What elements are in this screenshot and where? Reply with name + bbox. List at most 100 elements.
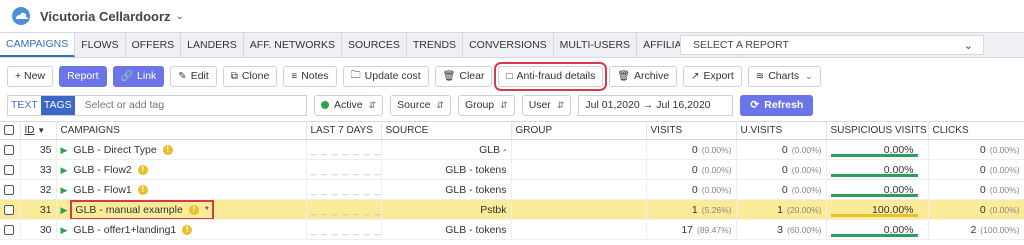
user-select[interactable]: User ⇵ <box>521 94 572 116</box>
warning-icon[interactable]: ! <box>137 184 148 195</box>
row-source: GLB - tokens <box>381 179 512 200</box>
charts-label: Charts <box>768 70 800 82</box>
charts-button[interactable]: ≋ Charts ⌄ <box>747 65 821 87</box>
tab-multi-users[interactable]: MULTI-USERS <box>554 33 638 57</box>
campaign-name[interactable]: GLB - offer1+landing1 <box>73 224 176 236</box>
notes-button[interactable]: ≡ Notes <box>283 65 337 87</box>
table-row[interactable]: 32 ▶ GLB - Flow1! _ _ _ _ _ _ _ _ GLB - t… <box>0 179 1024 200</box>
row-campaign-cell[interactable]: ▶ GLB - Flow1! <box>56 179 307 200</box>
table-row[interactable]: 30 ▶ GLB - offer1+landing1! _ _ _ _ _ _ _… <box>0 219 1024 240</box>
u-visits-pct: (0.00%) <box>791 164 822 175</box>
u-visits-pct: (0.00%) <box>791 144 822 155</box>
warning-icon[interactable]: ! <box>182 224 193 235</box>
table-row[interactable]: 33 ▶ GLB - Flow2! _ _ _ _ _ _ _ _ GLB - t… <box>0 159 1024 180</box>
tags-mode-toggle[interactable]: TAGS <box>40 95 75 115</box>
row-id: 31 <box>20 199 57 220</box>
tab-landers[interactable]: LANDERS <box>181 33 244 57</box>
clicks-pct: (0.00%) <box>989 184 1020 195</box>
row-source: GLB - tokens <box>381 159 512 180</box>
col-suspicious-visits[interactable]: SUSPICIOUS VISITS <box>826 121 929 140</box>
row-select-cell[interactable] <box>0 179 21 200</box>
row-checkbox[interactable] <box>4 204 14 215</box>
date-range-picker[interactable]: Jul 01,2020 → Jul 16,2020 <box>578 94 734 116</box>
warning-icon[interactable]: ! <box>188 204 199 215</box>
table-row[interactable]: 35 ▶ GLB - Direct Type! _ _ _ _ _ _ _ _ G… <box>0 139 1024 160</box>
archive-button[interactable]: 🗑 Archive <box>609 65 678 87</box>
warning-icon[interactable]: ! <box>137 164 148 175</box>
campaign-name[interactable]: GLB - Flow1 <box>73 184 131 196</box>
row-checkbox[interactable] <box>4 144 14 155</box>
tab-offers[interactable]: OFFERS <box>126 33 182 57</box>
account-header: Vicutoria Cellardoorz ⌄ <box>0 0 1024 32</box>
tab-campaigns[interactable]: CAMPAIGNS <box>0 33 76 57</box>
list-icon: ≡ <box>291 70 298 82</box>
play-icon[interactable]: ▶ <box>61 225 68 235</box>
report-button[interactable]: Report <box>59 65 107 87</box>
table-row[interactable]: 31 ▶ GLB - manual example! * _ _ _ _ _ _ _… <box>0 199 1024 220</box>
active-status-dot <box>321 101 329 109</box>
row-group <box>511 199 647 220</box>
link-button[interactable]: 🔗 Link <box>112 65 165 87</box>
tab-trends[interactable]: TRENDS <box>407 33 464 57</box>
row-campaign-cell[interactable]: ▶ GLB - manual example! * <box>56 199 307 220</box>
tab-conversions[interactable]: CONVERSIONS <box>463 33 554 57</box>
col-id[interactable]: ID ▼ <box>20 121 57 140</box>
row-checkbox[interactable] <box>4 184 14 195</box>
row-campaign-cell[interactable]: ▶ GLB - Flow2! <box>56 159 307 180</box>
chevron-down-icon[interactable]: ⌄ <box>176 11 184 22</box>
col-u-visits[interactable]: U.VISITS <box>736 121 827 140</box>
row-u-visits: 0 (0.00%) <box>736 159 827 180</box>
row-select-cell[interactable] <box>0 199 21 220</box>
report-select-label: SELECT A REPORT <box>693 39 789 51</box>
export-button[interactable]: ↗ Export <box>683 65 742 87</box>
account-name[interactable]: Vicutoria Cellardoorz <box>40 9 171 24</box>
col-campaigns[interactable]: CAMPAIGNS <box>56 121 307 140</box>
tag-input[interactable] <box>84 99 265 111</box>
campaign-name[interactable]: GLB - Direct Type <box>73 144 156 156</box>
warning-icon[interactable]: ! <box>162 144 173 155</box>
source-select[interactable]: Source ⇵ <box>390 94 451 116</box>
col-source[interactable]: SOURCE <box>381 121 512 140</box>
play-icon[interactable]: ▶ <box>61 205 68 215</box>
last-7-days-sparkline: _ _ _ _ _ _ _ _ <box>306 139 382 160</box>
row-campaign-cell[interactable]: ▶ GLB - Direct Type! <box>56 139 307 160</box>
tab-aff-networks[interactable]: AFF. NETWORKS <box>244 33 342 57</box>
refresh-button[interactable]: ⟳ Refresh <box>740 94 814 116</box>
select-all-cell[interactable] <box>0 121 21 140</box>
status-select[interactable]: Active ⇵ <box>314 94 384 116</box>
text-mode-toggle[interactable]: TEXT <box>8 99 41 111</box>
col-visits[interactable]: VISITS <box>646 121 737 140</box>
row-source: GLB - <box>381 139 512 160</box>
campaign-name[interactable]: GLB - manual example <box>75 204 182 216</box>
tab-flows[interactable]: FLOWS <box>75 33 126 57</box>
chart-line-icon: ≋ <box>755 70 765 82</box>
row-select-cell[interactable] <box>0 219 21 240</box>
new-button[interactable]: + New <box>7 65 54 87</box>
update-cost-button[interactable]: 🗀 Update cost <box>342 65 429 87</box>
campaign-name[interactable]: GLB - Flow2 <box>73 164 131 176</box>
row-checkbox[interactable] <box>4 164 14 175</box>
play-icon[interactable]: ▶ <box>61 165 68 175</box>
edit-button[interactable]: ✎ Edit <box>170 65 217 87</box>
last-7-days-sparkline: _ _ _ _ _ _ _ _ <box>306 159 382 180</box>
row-select-cell[interactable] <box>0 159 21 180</box>
clear-button[interactable]: 🗑 Clear <box>434 65 493 87</box>
suspicious-bar <box>830 234 918 237</box>
clone-button[interactable]: ⧉ Clone <box>222 65 278 87</box>
filter-bar: TEXT TAGS Active ⇵ Source ⇵ Group ⇵ User ⇵ J… <box>0 92 1024 118</box>
play-icon[interactable]: ▶ <box>61 185 68 195</box>
tab-sources[interactable]: SOURCES <box>342 33 407 57</box>
select-all-checkbox[interactable] <box>4 125 14 136</box>
row-select-cell[interactable] <box>0 139 21 160</box>
col-last-7-days[interactable]: LAST 7 DAYS <box>306 121 382 140</box>
col-group[interactable]: GROUP <box>511 121 647 140</box>
row-campaign-cell[interactable]: ▶ GLB - offer1+landing1! <box>56 219 307 240</box>
edit-label: Edit <box>190 70 209 82</box>
report-select[interactable]: SELECT A REPORT ⌄ <box>680 35 984 55</box>
group-select[interactable]: Group ⇵ <box>457 94 515 116</box>
play-icon[interactable]: ▶ <box>61 145 68 155</box>
visits-value: 1 <box>691 203 698 216</box>
anti-fraud-details-button[interactable]: □ Anti-fraud details <box>494 61 608 91</box>
col-clicks[interactable]: CLICKS <box>928 121 1024 140</box>
row-checkbox[interactable] <box>4 224 14 235</box>
